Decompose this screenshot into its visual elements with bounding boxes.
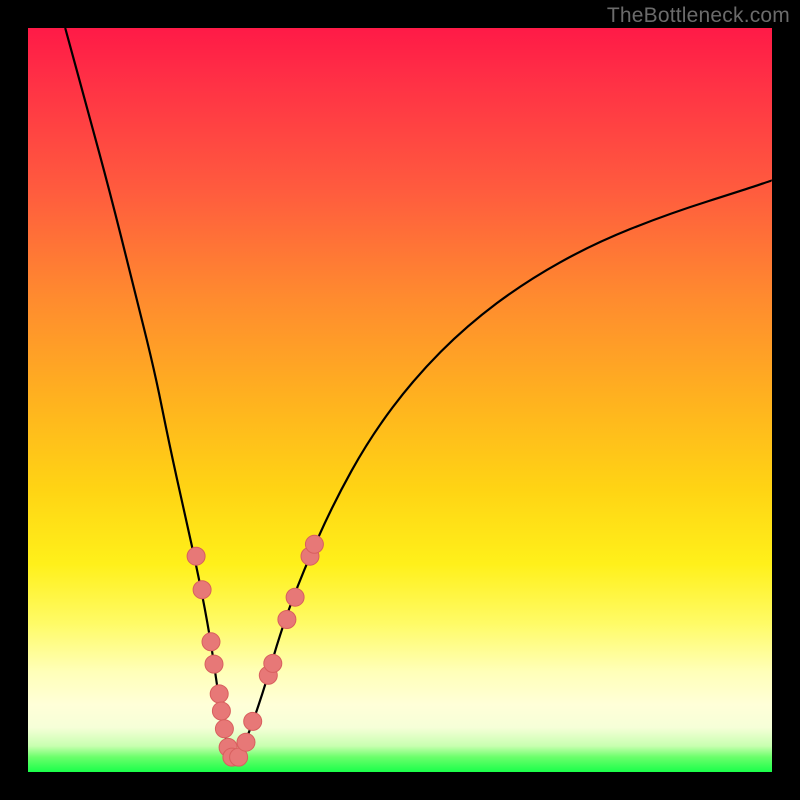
watermark-text: TheBottleneck.com [607, 4, 790, 28]
bottleneck-curve [65, 28, 772, 759]
curve-marker [286, 588, 304, 606]
curve-marker [278, 611, 296, 629]
curve-marker [202, 633, 220, 651]
curve-marker [215, 720, 233, 738]
curve-marker [210, 685, 228, 703]
marker-group [187, 535, 323, 766]
chart-frame: TheBottleneck.com [0, 0, 800, 800]
curve-marker [244, 712, 262, 730]
curve-marker [264, 654, 282, 672]
plot-area [28, 28, 772, 772]
curve-marker [187, 547, 205, 565]
curve-marker [193, 581, 211, 599]
curve-marker [237, 733, 255, 751]
curve-marker [212, 702, 230, 720]
curve-marker [305, 535, 323, 553]
curve-marker [205, 655, 223, 673]
curve-svg [28, 28, 772, 772]
